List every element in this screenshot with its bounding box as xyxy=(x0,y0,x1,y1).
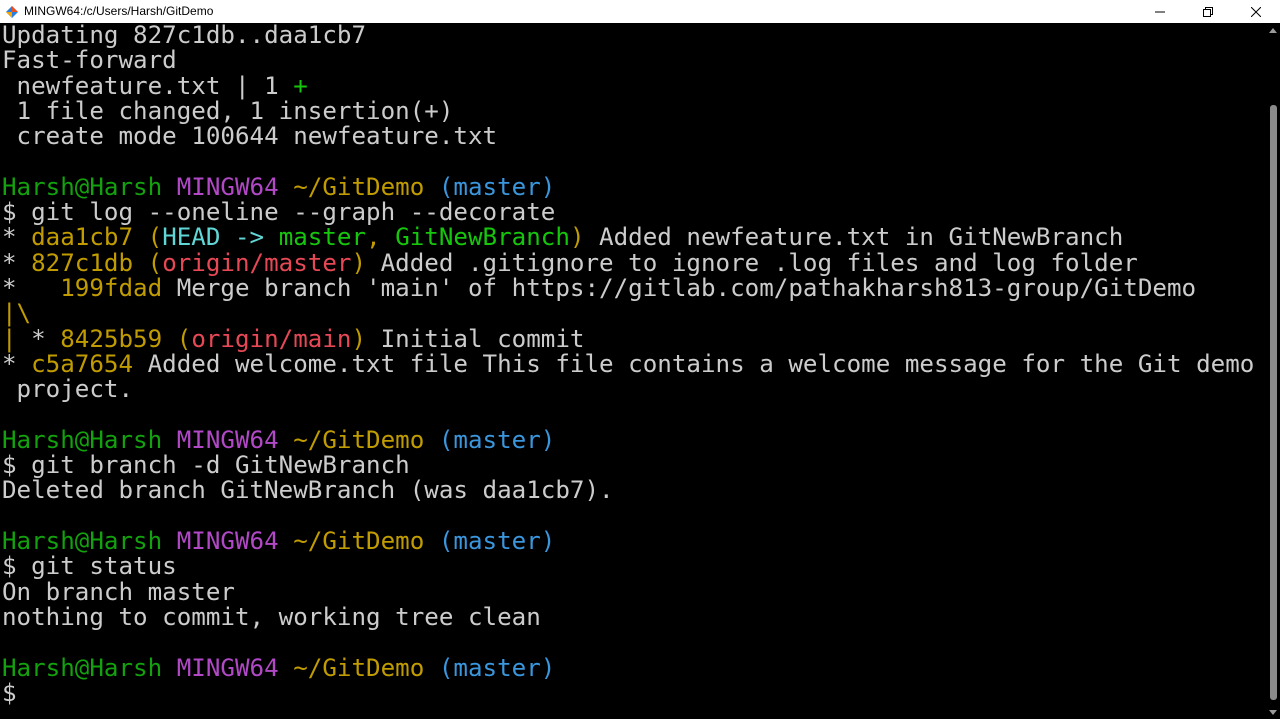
mingw-app-icon xyxy=(6,5,18,18)
terminal-text-segment: $ git log --oneline --graph --decorate xyxy=(2,198,556,227)
terminal-line: project. xyxy=(2,375,134,404)
close-icon xyxy=(1251,6,1261,17)
terminal-text-segment: nothing to commit, working tree clean xyxy=(2,602,541,631)
terminal-line: nothing to commit, working tree clean xyxy=(2,602,541,631)
terminal-output[interactable]: Updating 827c1db..daa1cb7 Fast-forward ne… xyxy=(0,23,1266,719)
terminal-text-segment: ) xyxy=(351,248,367,277)
scroll-down-arrow-icon[interactable] xyxy=(1269,710,1277,715)
terminal-text-segment: ( xyxy=(147,223,163,252)
terminal-text-segment: (master) xyxy=(438,653,556,682)
terminal-text-segment: , xyxy=(366,223,396,252)
terminal-text-segment: ~/GitDemo xyxy=(293,172,439,201)
terminal-text-segment: Added newfeature.txt in GitNewBranch xyxy=(584,223,1124,252)
terminal-text-segment: * xyxy=(16,324,61,353)
terminal-text-segment: MINGW64 xyxy=(176,527,294,555)
terminal-text-segment: Merge branch 'main' of https://gitlab.co… xyxy=(162,274,1197,302)
minimize-icon xyxy=(1155,11,1165,12)
terminal-line: * 199fdad Merge branch 'main' of https:/… xyxy=(2,276,1196,301)
terminal-text-segment: ( xyxy=(176,324,192,353)
terminal-line: $ git log --oneline --graph --decorate xyxy=(2,200,555,225)
terminal-line: | * 8425b59 (origin/main) Initial commit xyxy=(2,324,585,353)
terminal-text-segment: Added .gitignore to ignore .log files an… xyxy=(366,248,1138,277)
terminal-text-segment: MINGW64 xyxy=(176,172,294,201)
window-controls xyxy=(1136,0,1280,23)
terminal-text-segment: HEAD -> xyxy=(162,223,279,252)
restore-icon xyxy=(1203,6,1213,17)
terminal-line: * 827c1db (origin/master) Added .gitigno… xyxy=(2,248,1138,277)
terminal-line: $ git status xyxy=(2,554,177,579)
terminal-text-segment: $ git branch -d GitNewBranch xyxy=(2,451,410,480)
terminal-text-segment: * xyxy=(2,274,61,302)
terminal-line: Harsh@Harsh MINGW64 ~/GitDemo (master) xyxy=(2,653,556,682)
terminal-text-segment: c5a7654 xyxy=(31,349,134,378)
terminal-text-segment: (master) xyxy=(438,425,556,454)
terminal-text-segment: 8425b59 xyxy=(60,324,177,353)
title-bar[interactable]: MINGW64:/c/Users/Harsh/GitDemo xyxy=(0,0,1280,23)
terminal-line: On branch master xyxy=(2,577,235,606)
terminal-line: Fast-forward xyxy=(2,48,177,73)
terminal-line: Harsh@Harsh MINGW64 ~/GitDemo (master) xyxy=(2,172,556,201)
terminal-line: * c5a7654 Added welcome.txt file This fi… xyxy=(2,349,1255,378)
terminal-line: $ git branch -d GitNewBranch xyxy=(2,453,410,478)
terminal-text-segment: ~/GitDemo xyxy=(293,653,439,682)
terminal-text-segment: MINGW64 xyxy=(176,653,294,682)
terminal-line: Harsh@Harsh MINGW64 ~/GitDemo (master) xyxy=(2,425,556,454)
terminal-line: |\ xyxy=(2,301,31,326)
terminal-line: $ xyxy=(2,678,17,707)
terminal-text-segment: 827c1db xyxy=(31,248,148,277)
scrollbar-thumb[interactable] xyxy=(1270,105,1277,700)
terminal-text-segment: ~/GitDemo xyxy=(293,527,439,555)
terminal-text-segment: Harsh@Harsh xyxy=(2,425,177,454)
terminal-text-segment: ) xyxy=(351,324,367,353)
terminal-text-segment: $ git status xyxy=(2,552,177,581)
terminal-text-segment: (master) xyxy=(438,527,556,555)
minimize-button[interactable] xyxy=(1136,0,1184,23)
terminal-text-segment: Updating 827c1db..daa1cb7 xyxy=(2,23,367,49)
terminal-text-segment: origin/master xyxy=(162,248,352,277)
terminal-text-segment: GitNewBranch xyxy=(395,223,570,252)
terminal-text-segment: Harsh@Harsh xyxy=(2,527,177,555)
terminal-text-segment: * xyxy=(2,349,32,378)
terminal-text-segment: ( xyxy=(147,248,163,277)
terminal-text-segment: create mode 100644 newfeature.txt xyxy=(2,122,498,151)
close-button[interactable] xyxy=(1232,0,1280,23)
terminal-text-segment: Harsh@Harsh xyxy=(2,172,177,201)
terminal-line: 1 file changed, 1 insertion(+) xyxy=(2,96,454,125)
terminal-text-segment: Fast-forward xyxy=(2,46,177,75)
terminal-text-segment: master xyxy=(278,223,367,252)
terminal-text-segment: |\ xyxy=(2,299,32,328)
terminal-text-segment: Harsh@Harsh xyxy=(2,653,177,682)
terminal-text-segment: project. xyxy=(2,375,134,404)
terminal-text-segment: daa1cb7 xyxy=(31,223,148,252)
terminal-text-segment: * xyxy=(2,223,32,252)
terminal-text-segment: + xyxy=(293,71,308,100)
restore-button[interactable] xyxy=(1184,0,1232,23)
terminal-text-segment: ~/GitDemo xyxy=(293,425,439,454)
terminal-line: Deleted branch GitNewBranch (was daa1cb7… xyxy=(2,478,614,503)
terminal-text-segment: 1 file changed, 1 insertion(+) xyxy=(2,96,454,125)
terminal-line: create mode 100644 newfeature.txt xyxy=(2,122,498,151)
terminal-text-segment: Deleted branch GitNewBranch (was daa1cb7… xyxy=(2,476,614,505)
terminal-text-segment: (master) xyxy=(438,172,556,201)
terminal-text-segment: Initial commit xyxy=(366,324,585,353)
terminal-text-segment: | xyxy=(2,324,17,353)
terminal-line: newfeature.txt | 1 + xyxy=(2,71,308,100)
terminal-line: Harsh@Harsh MINGW64 ~/GitDemo (master) xyxy=(2,529,555,554)
window-title: MINGW64:/c/Users/Harsh/GitDemo xyxy=(24,4,214,18)
terminal-text-segment: newfeature.txt | 1 xyxy=(2,71,294,100)
terminal-text-segment: On branch master xyxy=(2,577,235,606)
scroll-up-arrow-icon[interactable] xyxy=(1269,28,1277,33)
terminal-text-segment: MINGW64 xyxy=(176,425,294,454)
terminal-line: Updating 827c1db..daa1cb7 xyxy=(2,23,366,48)
terminal-text-segment: 199fdad xyxy=(60,274,163,302)
terminal-line: * daa1cb7 (HEAD -> master, GitNewBranch)… xyxy=(2,225,1123,250)
terminal-text-segment: ) xyxy=(569,223,585,252)
terminal-text-segment: origin/main xyxy=(191,324,352,353)
terminal-text-segment: Added welcome.txt file This file contain… xyxy=(133,349,1255,378)
terminal-text-segment: $ xyxy=(2,678,17,707)
terminal-text-segment: * xyxy=(2,248,32,277)
